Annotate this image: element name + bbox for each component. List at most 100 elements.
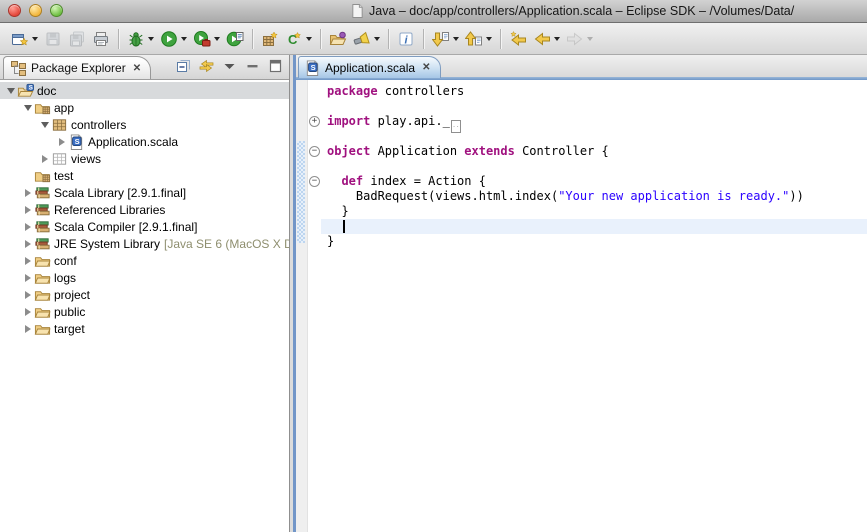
tree-item-target[interactable]: target (0, 320, 289, 337)
tree-item-app[interactable]: app (0, 99, 289, 116)
tree-item-test[interactable]: test (0, 167, 289, 184)
collapse-all-button[interactable] (175, 58, 192, 74)
new-wizard-icon (11, 30, 29, 48)
tree-item-controllers[interactable]: controllers (0, 116, 289, 133)
disclosure-triangle-icon[interactable] (41, 122, 49, 128)
last-edit-location-button[interactable] (507, 27, 529, 51)
code-line-8[interactable]: BadRequest(views.html.index("Your new ap… (321, 189, 867, 204)
previous-annotation-button[interactable] (463, 27, 494, 51)
maximize-button[interactable] (267, 58, 284, 74)
disclosure-triangle-icon[interactable] (25, 291, 31, 299)
code-line-10[interactable] (321, 219, 867, 234)
tree-item-views[interactable]: views (0, 150, 289, 167)
open-element-button[interactable] (327, 27, 349, 51)
dropdown-arrow-icon[interactable] (306, 37, 312, 41)
disclosure-triangle-icon[interactable] (25, 257, 31, 265)
code-line-6[interactable] (321, 159, 867, 174)
minimize-button[interactable] (244, 58, 261, 74)
run-coverage-button[interactable] (224, 27, 246, 51)
disclosure-triangle-icon[interactable] (25, 189, 31, 197)
toggle-mark-occurrences-icon: i (397, 30, 415, 48)
dropdown-arrow-icon[interactable] (181, 37, 187, 41)
tree-item-label: public (54, 305, 85, 319)
save-all-button[interactable] (66, 27, 88, 51)
tree-item-doc[interactable]: Sdoc (0, 82, 289, 99)
package-icon (51, 117, 68, 133)
save-button[interactable] (42, 27, 64, 51)
close-view-icon[interactable]: ✕ (133, 63, 141, 74)
code-line-11[interactable]: } (321, 234, 867, 249)
forward-button[interactable] (564, 27, 595, 51)
new-wizard-button[interactable] (9, 27, 40, 51)
print-icon (92, 30, 110, 48)
tree-item-conf[interactable]: conf (0, 252, 289, 269)
disclosure-triangle-icon[interactable] (59, 138, 65, 146)
run-button[interactable] (158, 27, 189, 51)
dropdown-arrow-icon[interactable] (32, 37, 38, 41)
package-explorer-icon (10, 60, 27, 76)
dropdown-arrow-icon[interactable] (214, 37, 220, 41)
code-line-7[interactable]: def index = Action { (321, 174, 867, 189)
tree-item-scala-library-2-9-1-final[interactable]: Scala Library [2.9.1.final] (0, 184, 289, 201)
annotation-ruler[interactable] (296, 80, 308, 532)
editor-tab-application-scala[interactable]: S Application.scala ✕ (298, 56, 441, 78)
disclosure-triangle-icon[interactable] (25, 274, 31, 282)
package-explorer-header: Package Explorer ✕ (0, 55, 289, 80)
scala-file-icon: S (304, 60, 321, 76)
code-line-3[interactable]: import play.api._.. (321, 114, 867, 129)
disclosure-triangle-icon[interactable] (7, 88, 15, 94)
back-button[interactable] (531, 27, 562, 51)
dropdown-arrow-icon[interactable] (374, 37, 380, 41)
code-line-1[interactable]: package controllers (321, 84, 867, 99)
toggle-mark-occurrences-button[interactable]: i (395, 27, 417, 51)
code-line-2[interactable] (321, 99, 867, 114)
disclosure-triangle-icon[interactable] (25, 325, 31, 333)
new-package-button[interactable] (259, 27, 281, 51)
tree-item-label: controllers (71, 118, 126, 132)
dropdown-arrow-icon[interactable] (554, 37, 560, 41)
code-line-9[interactable]: } (321, 204, 867, 219)
minimize-window-button[interactable] (29, 4, 42, 17)
fold-minus-icon[interactable]: − (309, 176, 320, 187)
tree-item-referenced-libraries[interactable]: Referenced Libraries (0, 201, 289, 218)
tree-item-application-scala[interactable]: SApplication.scala (0, 133, 289, 150)
run-external-tools-button[interactable] (191, 27, 222, 51)
debug-button[interactable] (125, 27, 156, 51)
titlebar[interactable]: Java – doc/app/controllers/Application.s… (0, 0, 867, 23)
disclosure-triangle-icon[interactable] (25, 223, 31, 231)
new-class-button[interactable]: C (283, 27, 314, 51)
disclosure-triangle-icon[interactable] (42, 155, 48, 163)
zoom-window-button[interactable] (50, 4, 63, 17)
disclosure-triangle-icon[interactable] (25, 206, 31, 214)
dropdown-arrow-icon[interactable] (587, 37, 593, 41)
view-menu-button[interactable] (221, 58, 238, 74)
link-with-editor-button[interactable] (198, 58, 215, 74)
tree-item-project[interactable]: project (0, 286, 289, 303)
editor-tab-bar: S Application.scala ✕ (296, 55, 867, 77)
dropdown-arrow-icon[interactable] (486, 37, 492, 41)
close-window-button[interactable] (8, 4, 21, 17)
search-button[interactable] (351, 27, 382, 51)
code-area[interactable]: package controllers import play.api._..ob… (321, 80, 867, 532)
dropdown-arrow-icon[interactable] (148, 37, 154, 41)
tree-item-logs[interactable]: logs (0, 269, 289, 286)
close-tab-icon[interactable]: ✕ (422, 62, 430, 73)
package-explorer-view-tab[interactable]: Package Explorer ✕ (3, 56, 151, 79)
tree-item-public[interactable]: public (0, 303, 289, 320)
print-button[interactable] (90, 27, 112, 51)
disclosure-triangle-icon[interactable] (24, 105, 32, 111)
disclosure-slot (21, 189, 34, 197)
tree-item-jre-system-library[interactable]: JRE System Library[Java SE 6 (MacOS X De… (0, 235, 289, 252)
code-line-5[interactable]: object Application extends Controller { (321, 144, 867, 159)
tree-item-scala-compiler-2-9-1-final[interactable]: Scala Compiler [2.9.1.final] (0, 218, 289, 235)
code-line-4[interactable] (321, 129, 867, 144)
dropdown-arrow-icon[interactable] (453, 37, 459, 41)
disclosure-triangle-icon[interactable] (25, 240, 31, 248)
fold-minus-icon[interactable]: − (309, 146, 320, 157)
tree-item-label: test (54, 169, 73, 183)
fold-plus-icon[interactable]: + (309, 116, 320, 127)
disclosure-triangle-icon[interactable] (25, 308, 31, 316)
fold-ruler[interactable]: + − − (308, 80, 321, 532)
next-annotation-button[interactable] (430, 27, 461, 51)
tree-item-label: views (71, 152, 101, 166)
